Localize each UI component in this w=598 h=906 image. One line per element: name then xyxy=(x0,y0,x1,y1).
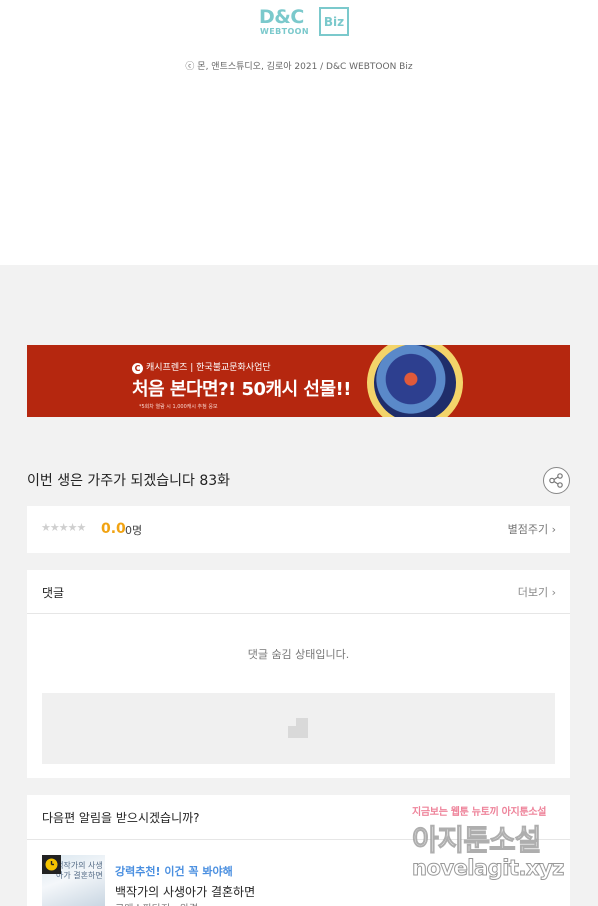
share-icon xyxy=(549,473,563,488)
comment-placeholder xyxy=(42,693,555,764)
copyright-text: ⓒ 몬, 앤트스튜디오, 김로아 2021 / D&C WEBTOON Biz xyxy=(185,62,413,72)
episode-title: 이번 생은 가주가 되겠습니다 83화 xyxy=(27,473,231,489)
clock-icon xyxy=(45,858,58,871)
watermark-url: novelagit.xyz xyxy=(412,856,565,881)
logo-text: D&C xyxy=(259,6,304,28)
image-placeholder-icon xyxy=(288,718,308,738)
banner-note: *5회차 열람 시 1,000캐시 추첨 응모 xyxy=(139,404,218,410)
next-episode-question: 다음편 알림을 받으시겠습니까? xyxy=(42,811,200,825)
thumbnail-title: 백작가의 사생아가 결혼하면 xyxy=(56,861,103,880)
clock-badge xyxy=(42,855,61,874)
rating-count: 0명 xyxy=(125,524,143,537)
logo-badge: Biz xyxy=(319,7,349,36)
recommended-thumbnail[interactable]: 백작가의 사생아가 결혼하면 xyxy=(42,855,105,906)
viewer-end-area: D&C WEBTOON Biz ⓒ 몬, 앤트스튜디오, 김로아 2021 / … xyxy=(0,0,598,265)
comments-title: 댓글 xyxy=(42,586,65,600)
rating-score: 0.0 xyxy=(101,521,126,537)
dragon-illustration-icon xyxy=(367,345,463,417)
share-button[interactable] xyxy=(543,467,570,494)
banner-brand-text: 캐시프렌즈 | 한국불교문화사업단 xyxy=(146,363,271,373)
comments-header: 댓글 더보기 › xyxy=(27,570,570,614)
dc-webtoon-logo: D&C WEBTOON Biz xyxy=(259,6,351,38)
watermark-line2: 아지툰소설 xyxy=(411,823,541,858)
banner-headline: 처음 본다면?! 50캐시 선물!! xyxy=(132,379,351,400)
logo-subtext: WEBTOON xyxy=(260,27,309,36)
recommended-subtitle: 로맨스판타지 · 완결 xyxy=(115,900,315,906)
recommend-label: 강력추천! 이건 꼭 봐야해 xyxy=(115,865,233,878)
cashfriends-logo-icon: C xyxy=(132,363,143,374)
rate-button[interactable]: 별점주기 › xyxy=(508,521,556,537)
rating-stars-icon: ★★★★★ xyxy=(41,521,86,534)
watermark-line1: 지금보는 웹툰 뉴토끼 아지툰소설 xyxy=(412,807,547,818)
site-watermark: 지금보는 웹툰 뉴토끼 아지툰소설 아지툰소설 novelagit.xyz xyxy=(408,803,580,893)
comments-card: 댓글 더보기 › 댓글 숨김 상태입니다. xyxy=(27,570,570,778)
banner-brand: C 캐시프렌즈 | 한국불교문화사업단 xyxy=(132,360,271,374)
promo-banner[interactable]: C 캐시프렌즈 | 한국불교문화사업단 처음 본다면?! 50캐시 선물!! *5… xyxy=(27,345,570,417)
rating-card: ★★★★★ 0.0 0명 별점주기 › xyxy=(27,506,570,553)
recommended-title[interactable]: 백작가의 사생아가 결혼하면 xyxy=(115,883,255,900)
comments-hidden-message: 댓글 숨김 상태입니다. xyxy=(247,648,350,661)
comments-more-link[interactable]: 더보기 › xyxy=(518,584,556,600)
